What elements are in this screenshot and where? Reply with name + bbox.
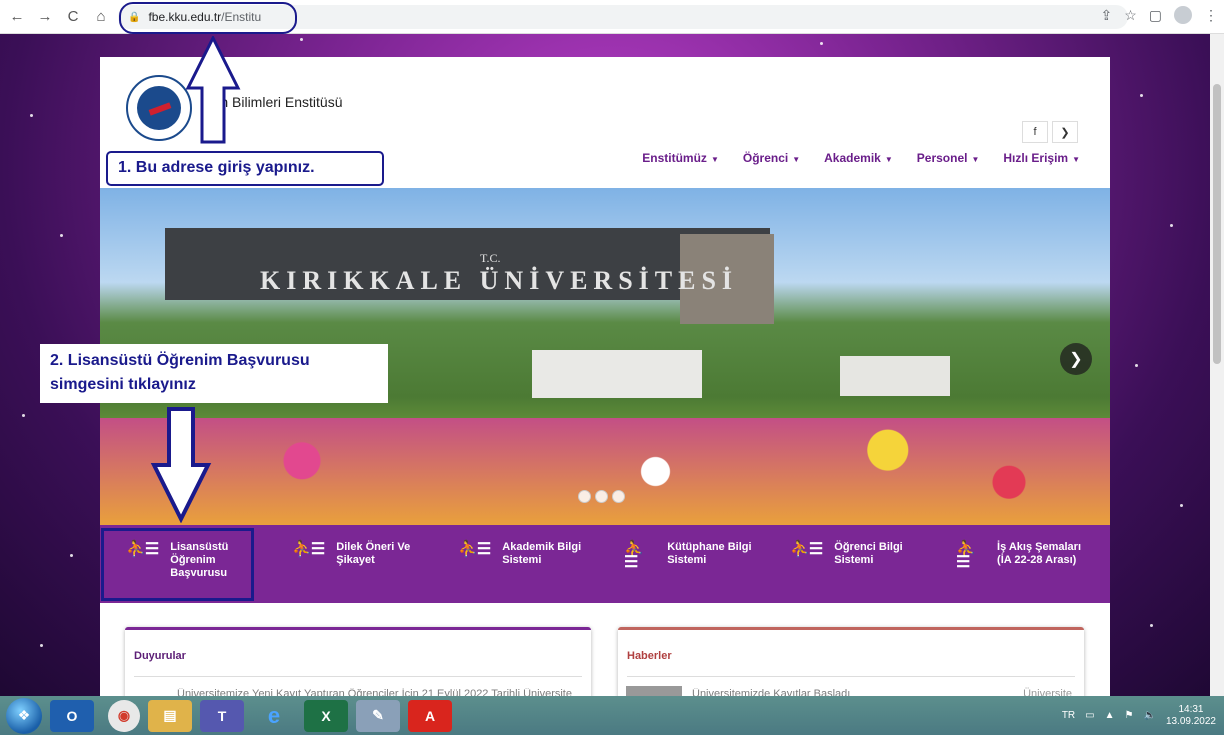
slider-dot-3[interactable] bbox=[612, 490, 625, 503]
university-logo[interactable] bbox=[126, 75, 192, 141]
network-flag-icon[interactable]: ⚑ bbox=[1125, 710, 1134, 721]
chrome-taskbar-icon[interactable]: ◉ bbox=[108, 699, 140, 732]
sign-text: KIRIKKALE ÜNİVERSİTESİ bbox=[260, 266, 739, 295]
lisansustu-highlight-box bbox=[101, 528, 254, 601]
sitemap-icon: ⛹☰ bbox=[292, 541, 325, 558]
forward-button[interactable]: → bbox=[34, 6, 56, 28]
side-panel-icon[interactable]: ▢ bbox=[1149, 7, 1162, 24]
news-title: Haberler bbox=[627, 650, 672, 662]
caret-down-icon: ▼ bbox=[1072, 155, 1080, 164]
keyboard-icon[interactable]: ▭ bbox=[1085, 710, 1094, 721]
caret-down-icon: ▼ bbox=[710, 155, 719, 164]
start-button[interactable]: ❖ bbox=[6, 697, 42, 734]
slider-next-button[interactable]: ❯ bbox=[1060, 343, 1092, 375]
news-item[interactable]: Üniversitemizde Kayıtlar Başladı bbox=[692, 688, 972, 696]
sitemap-icon: ⛹☰ bbox=[624, 541, 644, 571]
announcements-card: Duyurular Üniversitemize Yeni Kayıt Yapt… bbox=[125, 627, 591, 696]
sitemap-icon: ⛹☰ bbox=[956, 541, 976, 571]
quick-link-is-akis[interactable]: ⛹☰ İş Akış Şemaları (İA 22-28 Arası) bbox=[930, 541, 1096, 571]
volume-icon[interactable]: 🔈 bbox=[1143, 710, 1155, 721]
flowerbed-wall-2 bbox=[840, 356, 950, 396]
quick-link-ogrenci-bilgi[interactable]: ⛹☰ Öğrenci Bilgi Sistemi bbox=[764, 541, 930, 567]
divider bbox=[627, 676, 1075, 677]
quick-link-dilek-oneri[interactable]: ⛹☰ Dilek Öneri Ve Şikayet bbox=[266, 541, 432, 567]
system-tray: TR ▭ ▲ ⚑ 🔈 14:31 13.09.2022 bbox=[1062, 696, 1216, 735]
step2-line1: 2. Lisansüstü Öğrenim Başvurusu bbox=[50, 352, 310, 369]
news-card: Haberler Üniversitemizde Kayıtlar Başlad… bbox=[618, 627, 1084, 696]
profile-avatar[interactable] bbox=[1174, 6, 1192, 24]
quick-link-akademik-bilgi[interactable]: ⛹☰ Akademik Bilgi Sistemi bbox=[432, 541, 598, 567]
internet-explorer-taskbar-icon[interactable]: e bbox=[252, 700, 296, 732]
logo-emblem-icon bbox=[137, 86, 181, 130]
home-button[interactable]: ⌂ bbox=[90, 6, 112, 28]
browser-menu-icon[interactable]: ⋮ bbox=[1204, 7, 1218, 24]
twitter-icon[interactable]: ❯ bbox=[1052, 121, 1078, 143]
excel-taskbar-icon[interactable]: X bbox=[304, 699, 348, 732]
menu-enstitumuz[interactable]: Enstitümüz ▼ bbox=[642, 151, 719, 165]
paint-taskbar-icon[interactable]: ✎ bbox=[356, 699, 400, 732]
clock[interactable]: 14:31 13.09.2022 bbox=[1166, 704, 1216, 728]
tray-expand-icon[interactable]: ▲ bbox=[1105, 710, 1115, 721]
flower-garden bbox=[100, 418, 1110, 525]
flowerbed-wall bbox=[532, 350, 702, 398]
acrobat-taskbar-icon[interactable]: A bbox=[408, 699, 452, 732]
bookmark-star-icon[interactable]: ☆ bbox=[1124, 7, 1137, 24]
step2-line2: simgesini tıklayınız bbox=[50, 376, 196, 393]
back-button[interactable]: ← bbox=[6, 6, 28, 28]
outlook-taskbar-icon[interactable]: O bbox=[50, 699, 94, 732]
share-icon[interactable]: ⇪ bbox=[1100, 7, 1112, 24]
sign-tc: T.C. bbox=[480, 251, 501, 265]
caret-down-icon: ▼ bbox=[792, 155, 801, 164]
sitemap-icon: ⛹☰ bbox=[458, 541, 491, 558]
announcement-item[interactable]: Üniversitemize Yeni Kayıt Yaptıran Öğren… bbox=[177, 688, 577, 696]
taskbar: ❖ O ◉ ▤ T e X ✎ A TR ▭ ▲ ⚑ 🔈 14:31 13.09… bbox=[0, 696, 1224, 735]
announcements-title: Duyurular bbox=[134, 650, 186, 662]
quick-link-kutuphane[interactable]: ⛹☰ Kütüphane Bilgi Sistemi bbox=[598, 541, 764, 571]
slider-dot-2[interactable] bbox=[595, 490, 608, 503]
menu-akademik[interactable]: Akademik ▼ bbox=[824, 151, 893, 165]
news-thumbnail[interactable] bbox=[626, 686, 682, 696]
menu-hizli-erisim[interactable]: Hızlı Erişim ▼ bbox=[1003, 151, 1080, 165]
caret-down-icon: ▼ bbox=[971, 155, 980, 164]
arrow-down-icon bbox=[150, 407, 212, 523]
social-links: f ❯ bbox=[1022, 121, 1078, 143]
page-scrollbar[interactable] bbox=[1210, 34, 1224, 696]
language-indicator[interactable]: TR bbox=[1062, 710, 1075, 721]
menu-ogrenci[interactable]: Öğrenci ▼ bbox=[743, 151, 800, 165]
facebook-icon[interactable]: f bbox=[1022, 121, 1048, 143]
slider-dot-1[interactable] bbox=[578, 490, 591, 503]
scrollbar-thumb[interactable] bbox=[1213, 84, 1221, 364]
teams-taskbar-icon[interactable]: T bbox=[200, 699, 244, 732]
url-highlight-ring bbox=[119, 2, 297, 34]
caret-down-icon: ▼ bbox=[884, 155, 893, 164]
step1-label: 1. Bu adrese giriş yapınız. bbox=[106, 151, 384, 186]
step2-label: 2. Lisansüstü Öğrenim Başvurusu simgesin… bbox=[40, 344, 388, 403]
arrow-up-icon bbox=[185, 36, 241, 144]
divider bbox=[134, 676, 582, 677]
sitemap-icon: ⛹☰ bbox=[790, 541, 823, 558]
main-menu: Enstitümüz ▼ Öğrenci ▼ Akademik ▼ Personel ▼… bbox=[642, 151, 1080, 165]
windows-logo-icon: ❖ bbox=[17, 707, 31, 723]
menu-personel[interactable]: Personel ▼ bbox=[917, 151, 980, 165]
slider-dots bbox=[578, 490, 625, 503]
file-explorer-taskbar-icon[interactable]: ▤ bbox=[148, 699, 192, 732]
reload-button[interactable]: C bbox=[62, 6, 84, 28]
news-category: Üniversite bbox=[1023, 688, 1072, 696]
